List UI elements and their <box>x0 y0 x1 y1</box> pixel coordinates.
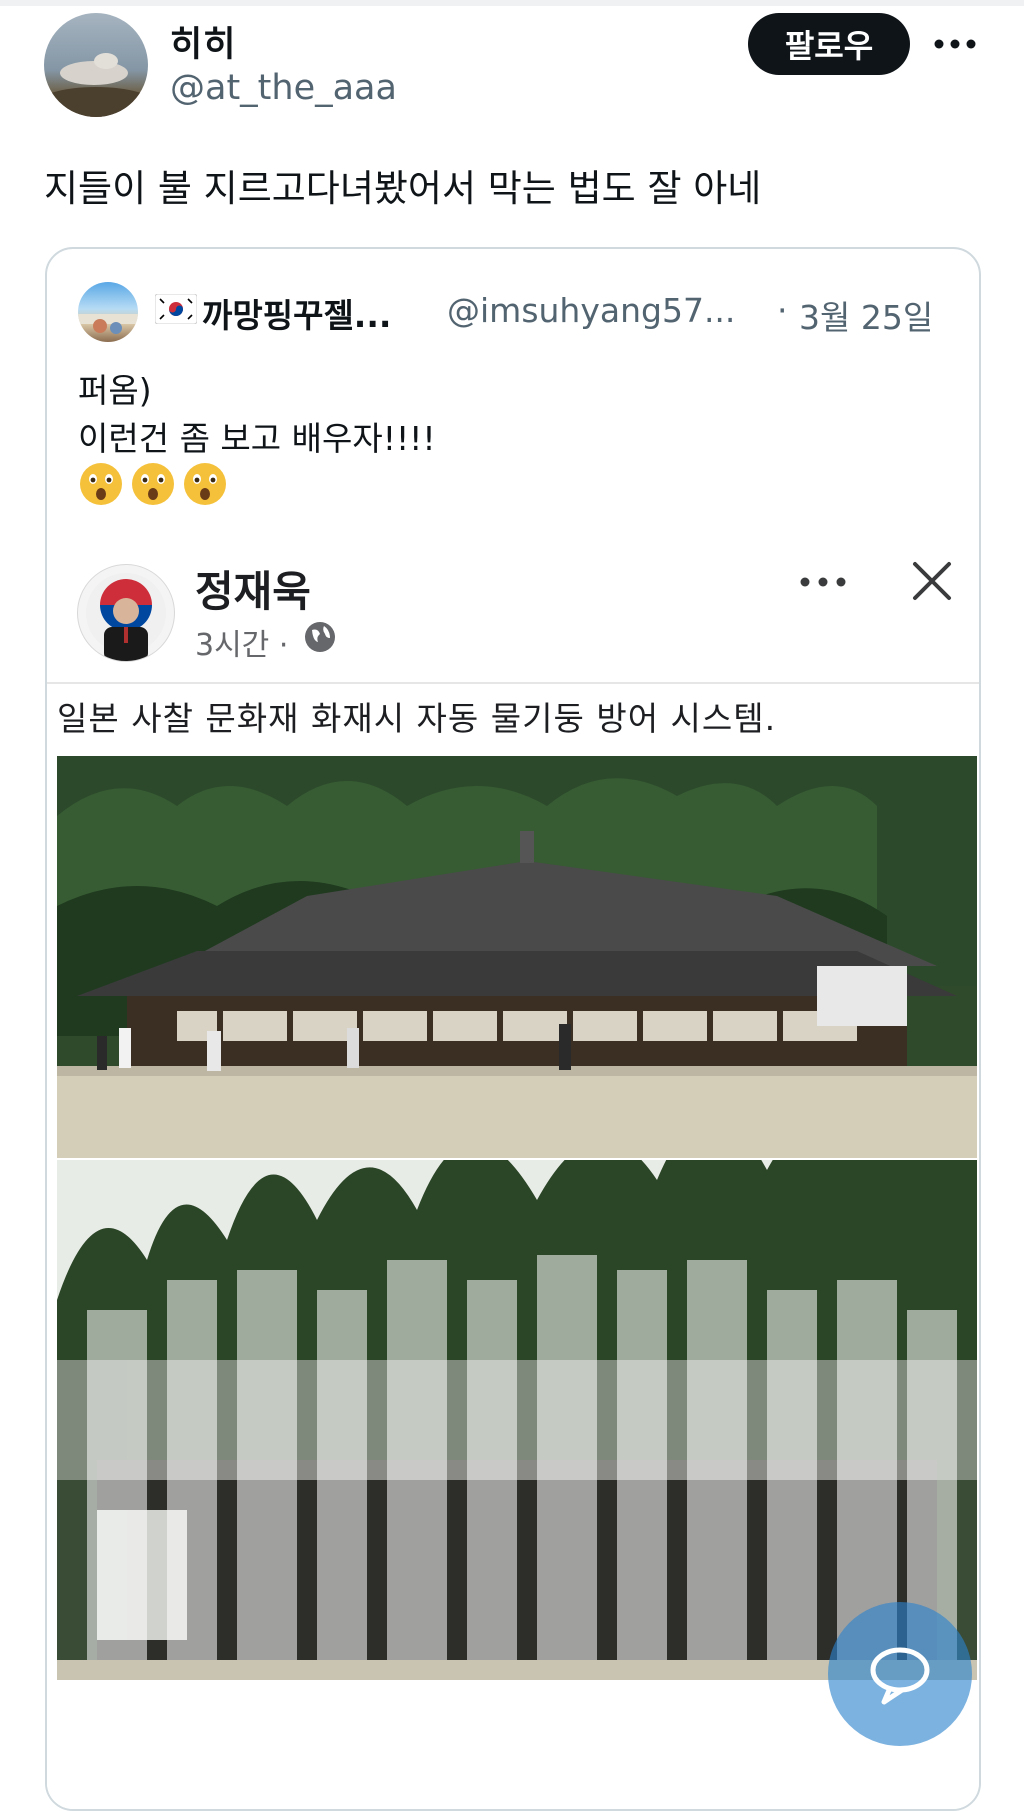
astonished-face-emoji <box>80 463 122 505</box>
facebook-post-text: 일본 사찰 문화재 화재시 자동 물기둥 방어 시스템. <box>57 699 777 738</box>
close-icon <box>913 562 951 600</box>
korea-flag-icon <box>154 293 198 325</box>
quoted-tweet-card[interactable]: 까망핑꾸젤... @imsuhyang57... · 3월 25일 퍼옴) 이런… <box>45 247 981 1811</box>
tweet-text: 지들이 불 지르고다녀봤어서 막는 법도 잘 아네 <box>44 167 762 210</box>
temple-photo <box>57 756 977 1158</box>
quoted-text-line-2: 이런건 좀 보고 배우자!!!! <box>78 419 436 458</box>
more-options-icon[interactable] <box>930 24 980 64</box>
astonished-face-emoji <box>132 463 174 505</box>
astonished-face-emoji <box>184 463 226 505</box>
emoji-row <box>78 461 228 507</box>
follow-button[interactable]: 팔로우 <box>748 13 910 75</box>
facebook-post-screenshot[interactable]: 정재욱 3시간 · 일본 사찰 문화재 화재시 자동 물기둥 방어 시스템. <box>47 534 979 1809</box>
divider <box>47 682 979 684</box>
quoted-author-avatar[interactable] <box>78 282 138 342</box>
author-avatar[interactable] <box>44 13 148 117</box>
quoted-text-line-1: 퍼옴) <box>78 371 152 410</box>
quoted-date[interactable]: 3월 25일 <box>799 291 933 339</box>
facebook-author-name: 정재욱 <box>195 567 311 616</box>
compose-reply-button[interactable] <box>828 1602 972 1746</box>
globe-icon <box>305 622 335 652</box>
quoted-author-handle[interactable]: @imsuhyang57... <box>447 291 735 330</box>
separator-dot: · <box>777 291 788 330</box>
chat-bubble-icon <box>870 1647 930 1705</box>
author-handle[interactable]: @at_the_aaa <box>170 68 397 108</box>
facebook-post-time: 3시간 · <box>195 628 289 663</box>
water-curtain-photo <box>57 1160 977 1680</box>
more-options-icon <box>800 577 846 587</box>
top-divider <box>0 0 1024 6</box>
quoted-author-name[interactable]: 까망핑꾸젤... <box>202 289 391 337</box>
facebook-author-avatar <box>77 564 175 662</box>
author-name[interactable]: 히히 <box>170 16 236 67</box>
